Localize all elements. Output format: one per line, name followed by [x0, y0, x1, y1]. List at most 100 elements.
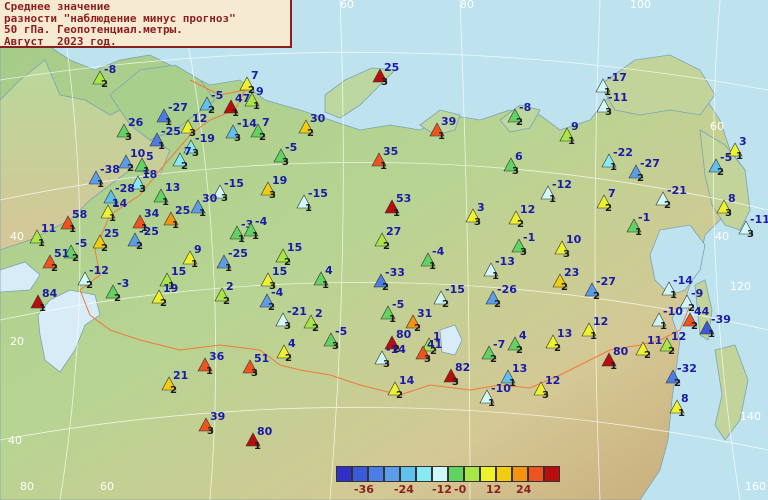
station-value: 4 — [325, 264, 333, 277]
station-count: 2 — [101, 79, 108, 90]
legend-swatch — [336, 466, 352, 482]
graticule-label: 60 — [710, 120, 724, 133]
station-count: 2 — [223, 296, 230, 307]
station-value: -19 — [195, 132, 215, 145]
title-line-4: Август 2023 год. — [4, 34, 117, 48]
station-value: 6 — [515, 150, 523, 163]
station-value: -28 — [115, 182, 135, 195]
station-count: 2 — [101, 243, 108, 254]
map-canvas: 60 80 100 120 140 160 40 20 40 60 80 60 … — [0, 0, 768, 500]
station-count: 2 — [114, 293, 121, 304]
color-legend: -36 -24 -12 -0 12 24 — [336, 466, 560, 496]
station-count: 2 — [554, 343, 561, 354]
station-count: 1 — [191, 259, 198, 270]
station-count: 2 — [51, 263, 58, 274]
station-value: -12 — [89, 264, 109, 277]
title-box: Среднее значение разности "наблюдение ми… — [0, 0, 292, 48]
station-value: 15 — [287, 241, 302, 254]
station-count: 3 — [563, 249, 570, 260]
station-count: 1 — [610, 162, 617, 173]
legend-swatch — [416, 466, 432, 482]
station-count: 1 — [253, 101, 260, 112]
station-count: 2 — [160, 298, 167, 309]
station-value: 25 — [384, 61, 399, 74]
station-count: 2 — [561, 282, 568, 293]
station-count: 2 — [668, 346, 675, 357]
station-count: 2 — [181, 161, 188, 172]
station-value: 80 — [396, 328, 412, 341]
legend-swatch — [528, 466, 544, 482]
station-count: 1 — [389, 314, 396, 325]
station-count: 3 — [269, 190, 276, 201]
station-value: 13 — [557, 327, 572, 340]
station-value: -8 — [519, 101, 531, 114]
station-count: 1 — [305, 203, 312, 214]
station-count: 2 — [674, 378, 681, 389]
station-value: 39 — [441, 115, 456, 128]
station-count: 1 — [97, 179, 104, 190]
station-count: 1 — [488, 398, 495, 409]
station-value: 15 — [272, 265, 287, 278]
station-value: -12 — [552, 178, 572, 191]
legend-label: 12 — [486, 483, 502, 496]
station-value: 9 — [571, 120, 579, 133]
station-count: 2 — [494, 299, 501, 310]
station-value: 34 — [144, 207, 160, 220]
station-value: 11 — [647, 334, 662, 347]
station-count: 2 — [127, 163, 134, 174]
station-value: 12 — [192, 112, 207, 125]
graticule-label: 160 — [745, 480, 766, 493]
graticule-label: 40 — [715, 230, 729, 243]
station-count: 1 — [670, 290, 677, 301]
station-count: 2 — [644, 350, 651, 361]
station-count: 2 — [86, 280, 93, 291]
station-value: 12 — [545, 374, 560, 387]
station-value: -22 — [613, 146, 633, 159]
station-count: 3 — [284, 321, 291, 332]
station-count: 1 — [678, 408, 685, 419]
station-value: 18 — [142, 168, 157, 181]
station-value: 15 — [171, 265, 186, 278]
station-count: 3 — [452, 377, 459, 388]
station-count: 3 — [605, 107, 612, 118]
station-value: -7 — [493, 338, 505, 351]
station-count: 1 — [199, 208, 206, 219]
station-value: 30 — [202, 192, 218, 205]
station-count: 1 — [708, 329, 715, 340]
station-count: 2 — [490, 354, 497, 365]
station-value: 8 — [728, 192, 736, 205]
station-value: -14 — [673, 274, 693, 287]
station-count: 2 — [72, 253, 79, 264]
station-value: 51 — [254, 352, 269, 365]
station-count: 1 — [610, 361, 617, 372]
station-value: -21 — [287, 305, 307, 318]
station-value: 12 — [520, 203, 535, 216]
station-value: 2 — [315, 307, 323, 320]
station-value: -5 — [75, 237, 87, 250]
station-value: 19 — [272, 174, 287, 187]
station-count: 3 — [747, 229, 754, 240]
station-count: 3 — [725, 208, 732, 219]
station-count: 1 — [254, 441, 261, 452]
station-value: 4 — [519, 329, 527, 342]
station-value: 5 — [146, 150, 154, 163]
station-value: -4 — [271, 286, 284, 299]
station-value: -25 — [161, 125, 181, 138]
station-count: 3 — [424, 354, 431, 365]
station-value: 10 — [566, 233, 582, 246]
station-count: 1 — [568, 136, 575, 147]
legend-label: -12 — [432, 483, 452, 496]
station-value: 8 — [681, 392, 689, 405]
station-count: 2 — [664, 200, 671, 211]
station-count: 2 — [516, 117, 523, 128]
station-value: 30 — [310, 112, 326, 125]
station-count: 3 — [125, 132, 132, 143]
legend-label: -0 — [454, 483, 467, 496]
station-value: -15 — [445, 283, 465, 296]
station-value: -25 — [228, 247, 248, 260]
station-value: -4 — [255, 215, 268, 228]
station-count: 2 — [396, 390, 403, 401]
station-count: 2 — [637, 173, 644, 184]
station-count: 1 — [39, 303, 46, 314]
station-value: 31 — [417, 307, 432, 320]
